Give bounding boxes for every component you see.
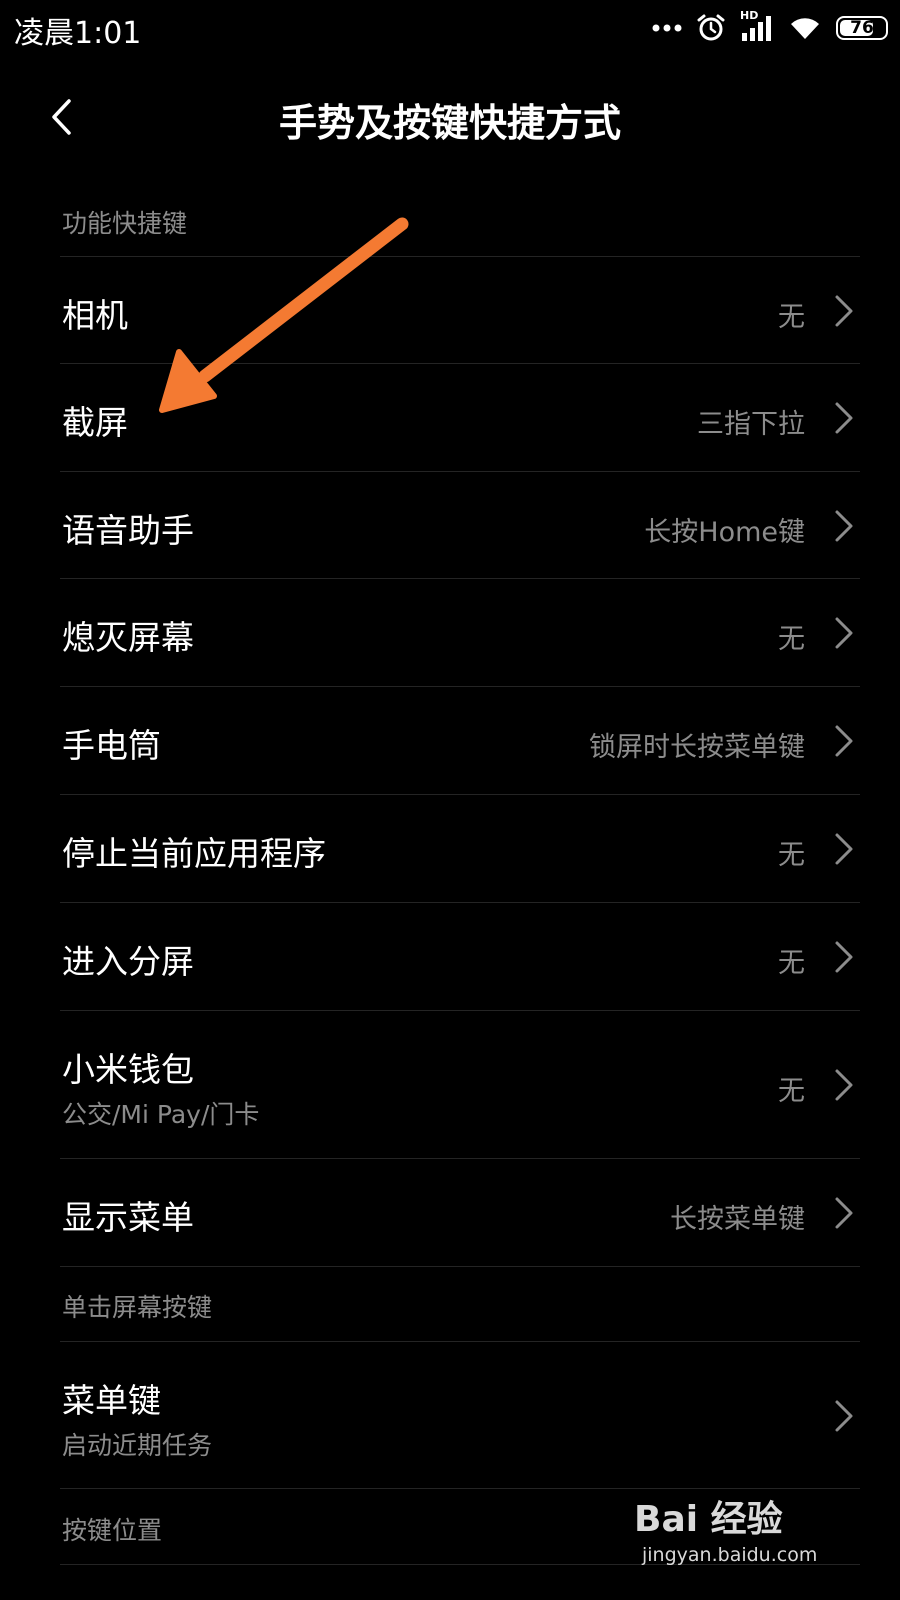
row-stop-app[interactable]: 停止当前应用程序 无 (0, 795, 900, 901)
row-value: 无 (778, 624, 805, 655)
chevron-right-icon (835, 941, 853, 973)
row-title: 语音助手 (62, 511, 194, 550)
row-title: 熄灭屏幕 (62, 618, 194, 657)
divider (60, 1266, 860, 1267)
row-title: 停止当前应用程序 (62, 834, 326, 873)
row-value: 长按菜单键 (670, 1204, 805, 1235)
row-flashlight[interactable]: 手电筒 锁屏时长按菜单键 (0, 687, 900, 793)
row-menu-key[interactable]: 菜单键 启动近期任务 (0, 1342, 900, 1488)
baidu-logo: Bai 经验 (634, 1500, 854, 1540)
divider (60, 1488, 860, 1489)
row-value: 无 (778, 948, 805, 979)
row-mi-wallet[interactable]: 小米钱包 公交/Mi Pay/门卡 无 (0, 1011, 900, 1157)
chevron-right-icon (835, 833, 853, 865)
row-value: 无 (778, 840, 805, 871)
row-title: 相机 (62, 296, 128, 335)
row-screenshot[interactable]: 截屏 三指下拉 (0, 364, 900, 470)
row-title: 显示菜单 (62, 1198, 194, 1237)
section-header-tap-screen-keys: 单击屏幕按键 (62, 1293, 213, 1322)
row-voice-assistant[interactable]: 语音助手 长按Home键 (0, 472, 900, 578)
page-title: 手势及按键快捷方式 (278, 101, 621, 145)
app-header: 手势及按键快捷方式 (0, 80, 900, 160)
status-time: 凌晨1:01 (14, 16, 142, 51)
row-title: 小米钱包 (62, 1050, 194, 1089)
status-bar: 凌晨1:01 HD 76 (0, 0, 900, 58)
chevron-right-icon (835, 1069, 853, 1101)
alarm-icon (696, 13, 726, 43)
row-camera[interactable]: 相机 无 (0, 257, 900, 363)
wifi-icon (788, 15, 822, 41)
chevron-right-icon (835, 402, 853, 434)
watermark-url: jingyan.baidu.com (642, 1544, 818, 1566)
battery-level: 76 (850, 18, 874, 38)
battery-icon: 76 (836, 16, 888, 40)
row-title: 截屏 (62, 403, 128, 442)
row-show-menu[interactable]: 显示菜单 长按菜单键 (0, 1159, 900, 1265)
row-value: 无 (778, 1076, 805, 1107)
row-title: 菜单键 (62, 1381, 161, 1420)
chevron-right-icon (835, 295, 853, 327)
row-screen-off[interactable]: 熄灭屏幕 无 (0, 579, 900, 685)
more-dots-icon (652, 23, 682, 33)
row-subtitle: 启动近期任务 (62, 1431, 213, 1460)
chevron-right-icon (835, 1197, 853, 1229)
hd-signal-icon: HD (740, 9, 774, 43)
row-title: 进入分屏 (62, 942, 194, 981)
row-title: 手电筒 (62, 726, 161, 765)
status-icons: HD 76 (652, 9, 888, 44)
chevron-right-icon (835, 510, 853, 542)
section-header-key-position: 按键位置 (62, 1516, 163, 1545)
row-subtitle: 公交/Mi Pay/门卡 (62, 1100, 260, 1129)
chevron-right-icon (835, 617, 853, 649)
row-value: 无 (778, 302, 805, 333)
hd-label: HD (740, 9, 759, 22)
chevron-right-icon (835, 1400, 853, 1432)
row-value: 长按Home键 (644, 517, 805, 548)
section-header-function-shortcuts: 功能快捷键 (62, 209, 188, 238)
baidu-jingyan-watermark: Bai 经验 jingyan.baidu.com (634, 1500, 854, 1580)
row-value: 锁屏时长按菜单键 (589, 732, 805, 763)
baidu-brand: Bai 经验 (634, 1499, 783, 1540)
row-value: 三指下拉 (697, 409, 805, 440)
row-split-screen[interactable]: 进入分屏 无 (0, 903, 900, 1009)
battery: 76 (836, 16, 888, 40)
chevron-right-icon (835, 725, 853, 757)
